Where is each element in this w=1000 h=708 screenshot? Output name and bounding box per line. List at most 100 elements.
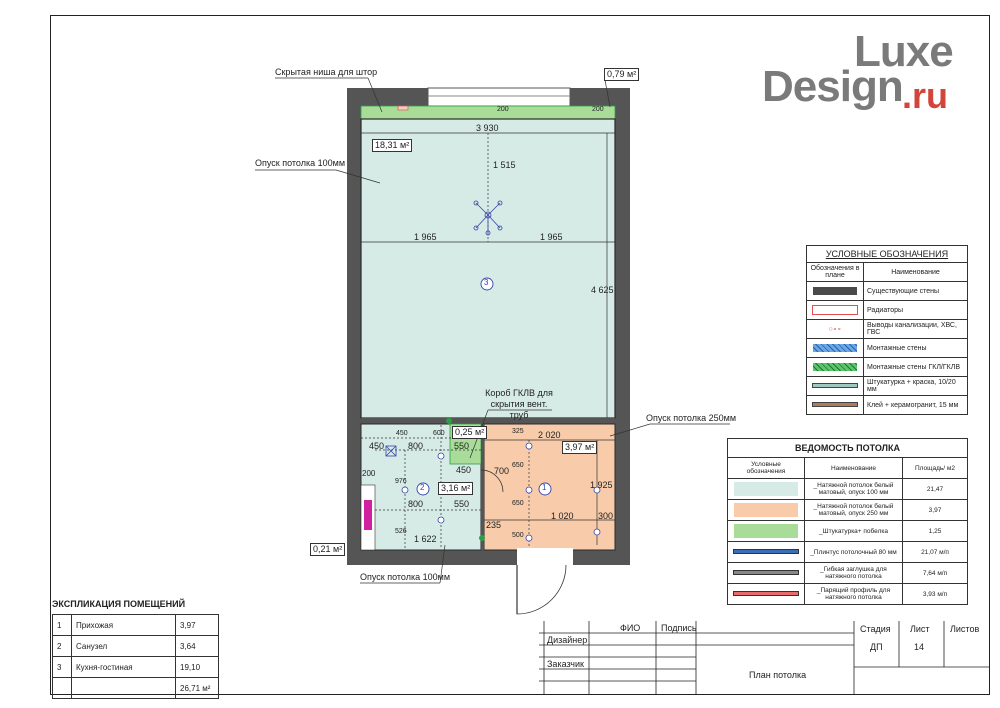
swatch-existing-walls (813, 287, 857, 295)
callout-drop-100-top: Опуск потолка 100мм (255, 158, 346, 168)
dim-1965a: 1 965 (414, 232, 437, 242)
legend-row: Выводы канализации, ХВС, ГВС (863, 319, 968, 339)
legend-row: Существующие стены (863, 281, 968, 301)
stamp-sheets-header: Листов (950, 624, 980, 634)
legend-row: Клей + керамогранит, 15 мм (863, 395, 968, 415)
dim-600: 600 (433, 430, 445, 437)
stamp-sheet-header: Лист (910, 624, 930, 634)
area-label-box: 0,25 м² (452, 426, 488, 439)
dim-650a: 650 (512, 462, 524, 469)
legend-col1: Обозначения в плане (806, 262, 864, 282)
ceiling-schedule-table: ВЕДОМОСТЬ ПОТОЛКА Условные обозначения Н… (727, 438, 968, 605)
expl-area: 19,10 (175, 656, 219, 678)
dim-4625: 4 625 (591, 285, 614, 295)
schedule-name: _Натяжной потолок белый матовый, опуск 2… (804, 499, 903, 521)
dim-650b: 650 (512, 500, 524, 507)
swatch-radiators (812, 305, 858, 315)
stamp-fio: ФИО (620, 623, 641, 633)
dim-700: 700 (494, 466, 510, 476)
expl-num: 1 (52, 614, 72, 636)
legend-row: Штукатурка + краска, 10/20 мм (863, 376, 968, 396)
dim-1622: 1 622 (414, 534, 437, 544)
swatch-ceiling-250 (734, 503, 798, 517)
col-header: Площадь/ м2 (902, 457, 968, 479)
expl-area: 3,64 (175, 635, 219, 657)
dim-550b: 550 (454, 499, 470, 509)
schedule-name: _Натяжной потолок белый матовый, опуск 1… (804, 478, 903, 500)
callout-gklv-box: Короб ГКЛВ для скрытия вент. труб (485, 388, 553, 420)
legend-table: УСЛОВНЫЕ ОБОЗНАЧЕНИЯ Обозначения в плане… (806, 245, 968, 415)
schedule-value: 3,97 (902, 499, 968, 521)
legend-row: Радиаторы (863, 300, 968, 320)
swatch-plaster (812, 383, 858, 389)
schedule-name: _Плинтус потолочный 80 мм (804, 541, 903, 563)
expl-name: Прихожая (71, 614, 176, 636)
schedule-value: 1,25 (902, 520, 968, 542)
schedule-value: 21,07 м/п (902, 541, 968, 563)
swatch-plaster-whitewash (734, 524, 798, 538)
dim-976: 976 (395, 478, 407, 485)
swatch-flex-cap (733, 570, 799, 576)
callout-drop-100-bottom: Опуск потолка 100мм (360, 572, 451, 582)
stamp-customer: Заказчик (547, 659, 584, 669)
room-number-3: 3 (484, 278, 489, 287)
stamp-sheet-number: 14 (914, 642, 925, 652)
legend-row: Монтажные стены ГКЛ/ГКЛВ (863, 357, 968, 377)
swatch-cornice (733, 549, 799, 555)
dim-3930: 3 930 (476, 123, 499, 133)
dim-1020: 1 020 (551, 511, 574, 521)
area-label-main: 18,31 м² (372, 139, 413, 152)
stamp-stage-header: Стадия (860, 624, 891, 634)
area-label-curtain: 0,79 м² (604, 68, 640, 81)
legend-row: Монтажные стены (863, 338, 968, 358)
room-number-1: 1 (542, 483, 547, 492)
schedule-value: 21,47 (902, 478, 968, 500)
dim-450b: 450 (396, 430, 408, 437)
dim-235: 235 (486, 520, 502, 530)
radiator (397, 105, 409, 111)
dim-1965b: 1 965 (540, 232, 563, 242)
expl-num: 3 (52, 656, 72, 678)
expl-num: 2 (52, 635, 72, 657)
col-header: Условные обозначения (727, 457, 805, 479)
dim-450a: 450 (369, 441, 385, 451)
schedule-name: _Штукатурка+ побелка (804, 520, 903, 542)
swatch-mounting-walls (813, 344, 857, 352)
schedule-name: _Парящий профиль для натяжного потолка (804, 583, 903, 605)
dim-526: 526 (395, 528, 407, 535)
legend-col2: Наименование (863, 262, 968, 282)
dim-550a: 550 (454, 441, 470, 451)
area-label-corridor: 3,97 м² (562, 441, 598, 454)
dim-1925: 1 925 (590, 480, 613, 490)
dim-800b: 800 (408, 499, 424, 509)
expl-total: 26,71 м² (175, 677, 219, 699)
expl-area: 3,97 (175, 614, 219, 636)
dim-200b: 200 (592, 106, 604, 113)
swatch-floating-profile (733, 591, 799, 597)
dim-500: 500 (512, 532, 524, 539)
area-label-left: 0,21 м² (310, 543, 346, 556)
expl-name: Санузел (71, 635, 176, 657)
explication-title: ЭКСПЛИКАЦИЯ ПОМЕЩЕНИЙ (52, 599, 186, 609)
dim-325: 325 (512, 428, 524, 435)
dim-450c: 450 (456, 465, 472, 475)
col-header: Наименование (804, 457, 903, 479)
dim-800a: 800 (408, 441, 424, 451)
stamp-drawing-title: План потолка (749, 670, 807, 680)
callout-curtain-niche: Скрытая ниша для штор (275, 67, 378, 77)
stamp-stage: ДП (870, 642, 883, 652)
stamp-designer: Дизайнер (547, 635, 588, 645)
expl-name: Кухня-гостиная (71, 656, 176, 678)
entry-door-swing (516, 564, 567, 615)
room-number-2: 2 (420, 483, 425, 492)
schedule-name: _Гибкая заглушка для натяжного потолка (804, 562, 903, 584)
stamp-sign: Подпись (661, 623, 697, 633)
dim-300: 300 (598, 511, 614, 521)
swatch-gkl-walls (813, 363, 857, 371)
dim-200c: 200 (362, 469, 376, 478)
dim-200a: 200 (497, 106, 509, 113)
explication-table: 1 Прихожая 3,97 2 Санузел 3,64 3 Кухня-гостин… (52, 614, 219, 699)
dim-1515: 1 515 (493, 160, 516, 170)
dim-2020: 2 020 (538, 430, 561, 440)
swatch-sewer-outlets: ○∘∘ (806, 319, 864, 339)
